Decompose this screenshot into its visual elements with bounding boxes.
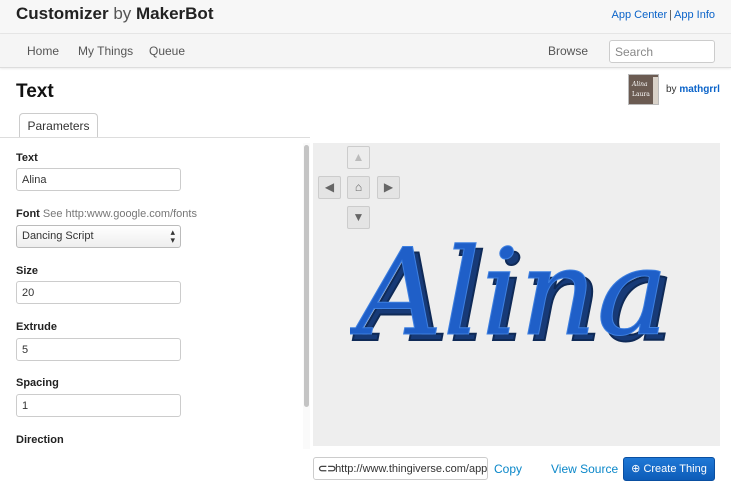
arrow-up-icon[interactable]: ▲: [347, 146, 370, 169]
font-select-value: Dancing Script: [22, 230, 94, 242]
model-text: Alina: [350, 224, 668, 363]
tab-parameters[interactable]: Parameters: [19, 113, 98, 138]
size-field[interactable]: [16, 281, 181, 304]
page-title: Text: [16, 81, 54, 102]
arrow-right-icon[interactable]: ▶: [377, 176, 400, 199]
search-input[interactable]: [609, 40, 715, 63]
text-field[interactable]: [16, 168, 181, 191]
size-label: Size: [16, 265, 39, 277]
font-label: Font See http:www.google.com/fonts: [16, 208, 197, 220]
spacing-field[interactable]: [16, 394, 181, 417]
author-credit: by mathgrrl: [666, 84, 720, 95]
params-scroll-thumb[interactable]: [304, 145, 309, 407]
top-links: App Center | App Info: [612, 9, 716, 21]
extrude-label: Extrude: [16, 321, 57, 333]
spacing-label: Spacing: [16, 377, 59, 389]
text-label: Text: [16, 152, 38, 164]
select-arrows-icon: ▴ ▾: [170, 227, 175, 245]
author-by: by: [666, 84, 677, 95]
app-info-link[interactable]: App Info: [674, 9, 715, 21]
font-label-text: Font: [16, 208, 40, 220]
font-select[interactable]: Dancing Script ▴ ▾: [16, 225, 181, 248]
thumb-text-1: Alina: [632, 81, 648, 88]
brand-by: by: [113, 4, 132, 23]
nav-browse[interactable]: Browse: [548, 44, 588, 58]
nav-queue[interactable]: Queue: [149, 44, 185, 58]
app-center-link[interactable]: App Center: [612, 9, 668, 21]
link-separator: |: [669, 9, 673, 21]
home-icon[interactable]: ⌂: [347, 176, 370, 199]
link-icon: ⊂⊃: [318, 463, 337, 475]
author-thumbnail[interactable]: Alina Laura: [628, 74, 659, 105]
view-source-link[interactable]: View Source: [551, 462, 618, 476]
brand-logo[interactable]: Customizer by MakerBot: [16, 4, 213, 24]
top-header: Customizer by MakerBot App Center | App In…: [0, 0, 731, 34]
copy-button[interactable]: Copy: [494, 462, 522, 476]
thumb-decoration: [653, 77, 658, 104]
plus-circle-icon: ⊕: [631, 463, 641, 475]
author-link[interactable]: mathgrrl: [679, 84, 720, 95]
brand-company: MakerBot: [136, 4, 214, 23]
model-render: Alina Alina: [350, 224, 675, 369]
nav-home[interactable]: Home: [27, 44, 59, 58]
extrude-field[interactable]: [16, 338, 181, 361]
font-hint: See http:www.google.com/fonts: [42, 208, 197, 220]
nav-my-things[interactable]: My Things: [78, 44, 133, 58]
share-url-value: http://www.thingiverse.com/apps/customiz…: [335, 463, 488, 475]
brand-name: Customizer: [16, 4, 109, 23]
share-url-field[interactable]: ⊂⊃ http://www.thingiverse.com/apps/custo…: [313, 457, 488, 480]
tab-divider: [0, 137, 310, 138]
arrow-left-icon[interactable]: ◀: [318, 176, 341, 199]
create-thing-button[interactable]: ⊕ Create Thing: [623, 457, 715, 481]
thumb-text-2: Laura: [632, 91, 650, 98]
create-thing-label: Create Thing: [643, 463, 707, 475]
direction-label: Direction: [16, 434, 64, 446]
nav-bar: Home My Things Queue Browse: [0, 34, 731, 68]
